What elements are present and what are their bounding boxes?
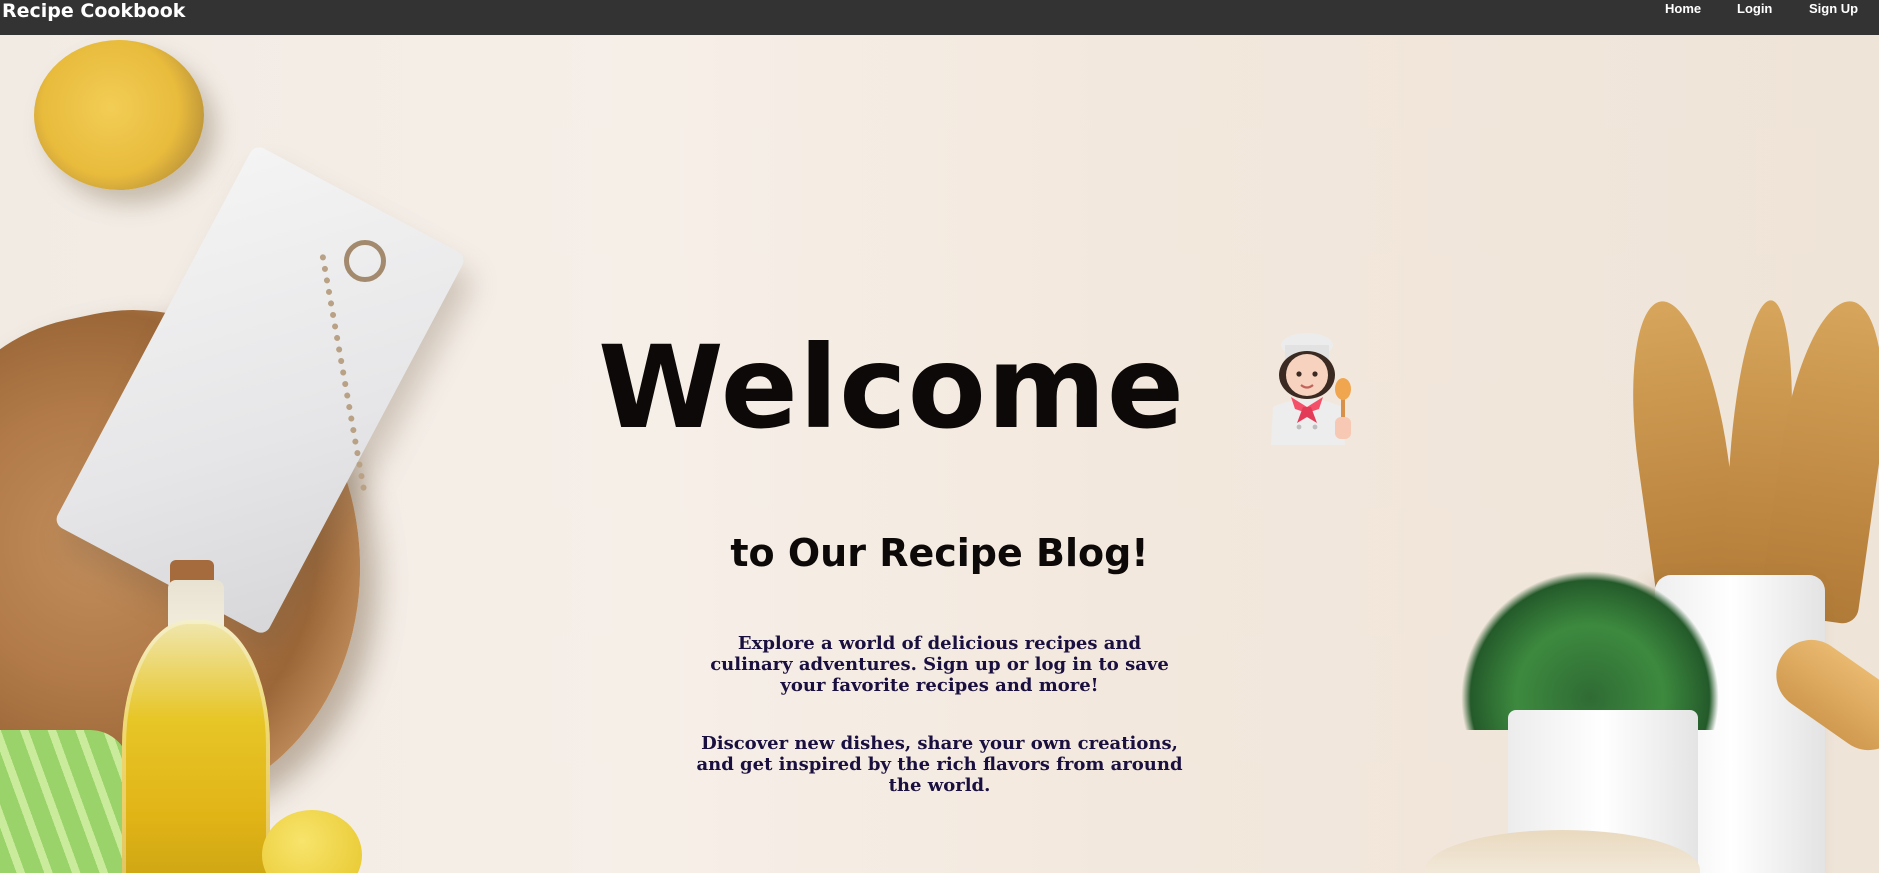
intro-paragraph-line: culinary adventures. Sign up or log in t… [710,654,1169,675]
discover-paragraph-line: the world. [888,775,991,796]
discover-paragraph-line: Discover new dishes, share your own crea… [701,733,1178,754]
woman-cook-icon [1263,331,1359,445]
nav-home-link[interactable]: Home [1665,0,1701,18]
page: Recipe Cookbook Home Login Sign Up Welco… [0,0,1879,873]
discover-paragraph-line: and get inspired by the rich flavors fro… [696,754,1183,775]
intro-paragraph-line: Explore a world of delicious recipes and [737,633,1142,654]
welcome-heading-row: Welcome [598,318,1359,458]
top-navbar: Recipe Cookbook Home Login Sign Up [0,0,1879,35]
intro-paragraph-line: your favorite recipes and more! [780,675,1099,696]
welcome-title: Welcome [598,321,1186,454]
intro-paragraph: Explore a world of delicious recipes and… [0,633,1879,696]
nav-signup-link[interactable]: Sign Up [1809,0,1858,18]
nav-login-link[interactable]: Login [1737,0,1772,18]
discover-paragraph: Discover new dishes, share your own crea… [0,733,1879,796]
brand-logo-text[interactable]: Recipe Cookbook [2,0,185,22]
hero-section: Welcome to Our Recipe Blog! Explore a wo… [0,0,1879,873]
hero-subtitle: to Our Recipe Blog! [730,531,1149,575]
